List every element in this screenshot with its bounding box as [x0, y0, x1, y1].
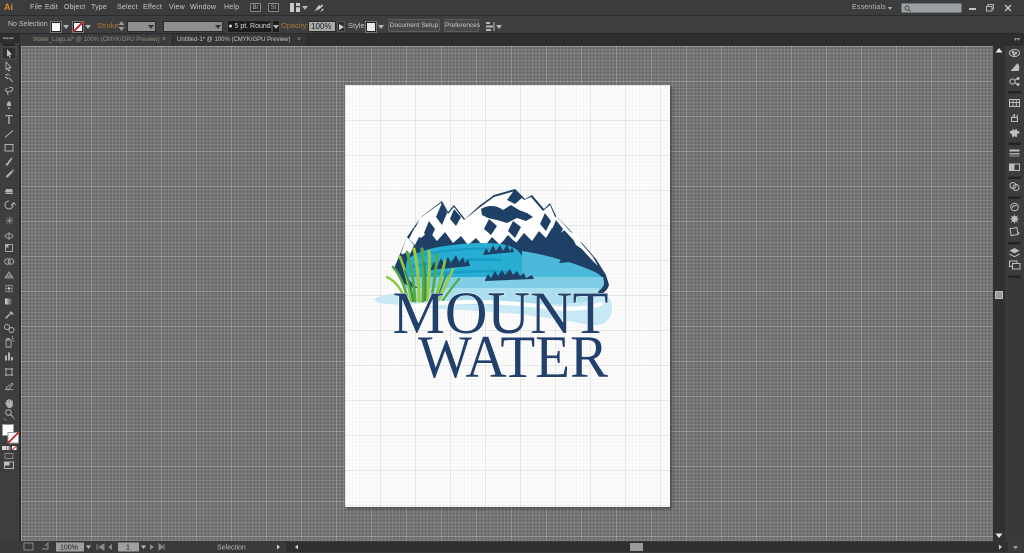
- svg-text:1: 1: [126, 545, 130, 552]
- svg-text:WATER: WATER: [418, 324, 609, 391]
- svg-text:Selection: Selection: [217, 545, 246, 552]
- svg-text:100%: 100%: [60, 545, 78, 552]
